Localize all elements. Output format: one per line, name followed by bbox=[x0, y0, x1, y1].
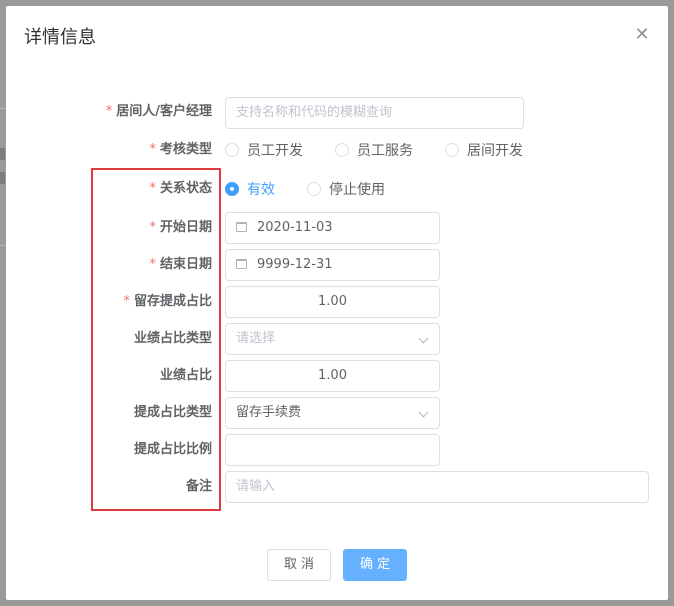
radio-employee-service[interactable]: 员工服务 bbox=[335, 140, 413, 160]
radio-circle bbox=[225, 182, 239, 196]
agent-label: * 居间人/客户经理 bbox=[12, 102, 212, 122]
perf-ratio-type-select[interactable]: 请选择 bbox=[225, 323, 440, 355]
perf-ratio-value: 1.00 bbox=[318, 368, 347, 383]
required-mark: * bbox=[149, 181, 156, 196]
remark-input[interactable]: 请输入 bbox=[225, 471, 649, 503]
radio-label: 员工开发 bbox=[247, 143, 303, 159]
start-date-value: 2020-11-03 bbox=[257, 220, 333, 235]
retain-ratio-value: 1.00 bbox=[318, 294, 347, 309]
radio-circle bbox=[225, 143, 239, 157]
commission-ratio-type-select[interactable]: 留存手续费 bbox=[225, 397, 440, 429]
perf-ratio-label-text: 业绩占比 bbox=[159, 368, 212, 383]
details-dialog: 详情信息 ✕ * 居间人/客户经理 支持名称和代码的模糊查询 * 考核类型 员工开发… bbox=[6, 6, 668, 600]
commission-ratio-type-value: 留存手续费 bbox=[236, 405, 302, 420]
radio-label: 有效 bbox=[247, 182, 275, 198]
start-date-label-text: 开始日期 bbox=[159, 220, 212, 235]
commission-ratio-label-text: 提成占比比例 bbox=[133, 442, 212, 457]
calendar-icon bbox=[236, 222, 247, 232]
commission-ratio-type-label: 提成占比类型 bbox=[12, 403, 212, 423]
perf-ratio-label: 业绩占比 bbox=[12, 366, 212, 386]
radio-label: 停止使用 bbox=[329, 182, 385, 198]
radio-status-valid[interactable]: 有效 bbox=[225, 179, 275, 199]
commission-ratio-input[interactable] bbox=[225, 434, 440, 466]
radio-status-stopped[interactable]: 停止使用 bbox=[307, 179, 385, 199]
remark-placeholder: 请输入 bbox=[236, 479, 276, 494]
retain-ratio-label: * 留存提成占比 bbox=[12, 292, 212, 312]
required-mark: * bbox=[149, 142, 156, 157]
assess-type-label-text: 考核类型 bbox=[159, 142, 212, 157]
radio-intermediary-develop[interactable]: 居间开发 bbox=[445, 140, 523, 160]
relation-status-label-text: 关系状态 bbox=[159, 181, 212, 196]
retain-ratio-input[interactable]: 1.00 bbox=[225, 286, 440, 318]
relation-status-label: * 关系状态 bbox=[12, 179, 212, 199]
radio-label: 员工服务 bbox=[357, 143, 413, 159]
radio-employee-develop[interactable]: 员工开发 bbox=[225, 140, 303, 160]
remark-label: 备注 bbox=[12, 477, 212, 497]
required-mark: * bbox=[149, 220, 156, 235]
relation-status-radio-group: 有效 停止使用 bbox=[225, 179, 425, 199]
chevron-down-icon bbox=[418, 333, 429, 344]
required-mark: * bbox=[149, 257, 156, 272]
end-date-label-text: 结束日期 bbox=[159, 257, 212, 272]
radio-circle bbox=[307, 182, 321, 196]
radio-label: 居间开发 bbox=[467, 143, 523, 159]
retain-ratio-label-text: 留存提成占比 bbox=[133, 294, 212, 309]
backdrop-text-fragment bbox=[0, 172, 5, 184]
start-date-picker[interactable]: 2020-11-03 bbox=[225, 212, 440, 244]
perf-ratio-type-placeholder: 请选择 bbox=[236, 331, 276, 346]
close-icon[interactable]: ✕ bbox=[632, 26, 652, 46]
end-date-picker[interactable]: 9999-12-31 bbox=[225, 249, 440, 281]
commission-ratio-label: 提成占比比例 bbox=[12, 440, 212, 460]
cancel-button[interactable]: 取消 bbox=[267, 549, 331, 581]
radio-circle bbox=[445, 143, 459, 157]
end-date-value: 9999-12-31 bbox=[257, 257, 333, 272]
end-date-label: * 结束日期 bbox=[12, 255, 212, 275]
perf-ratio-type-label: 业绩占比类型 bbox=[12, 329, 212, 349]
calendar-icon bbox=[236, 259, 247, 269]
perf-ratio-input[interactable]: 1.00 bbox=[225, 360, 440, 392]
assess-type-radio-group: 员工开发 员工服务 居间开发 bbox=[225, 140, 545, 160]
confirm-button[interactable]: 确定 bbox=[343, 549, 407, 581]
perf-ratio-type-label-text: 业绩占比类型 bbox=[133, 331, 212, 346]
start-date-label: * 开始日期 bbox=[12, 218, 212, 238]
dialog-title: 详情信息 bbox=[24, 27, 96, 48]
agent-label-text: 居间人/客户经理 bbox=[116, 104, 212, 119]
chevron-down-icon bbox=[418, 407, 429, 418]
remark-label-text: 备注 bbox=[185, 479, 212, 494]
required-mark: * bbox=[123, 294, 130, 309]
radio-circle bbox=[335, 143, 349, 157]
assess-type-label: * 考核类型 bbox=[12, 140, 212, 160]
backdrop-text-fragment bbox=[0, 148, 5, 160]
commission-ratio-type-label-text: 提成占比类型 bbox=[133, 405, 212, 420]
agent-search-input[interactable]: 支持名称和代码的模糊查询 bbox=[225, 97, 524, 129]
agent-search-placeholder: 支持名称和代码的模糊查询 bbox=[236, 105, 393, 120]
required-mark: * bbox=[105, 104, 113, 119]
